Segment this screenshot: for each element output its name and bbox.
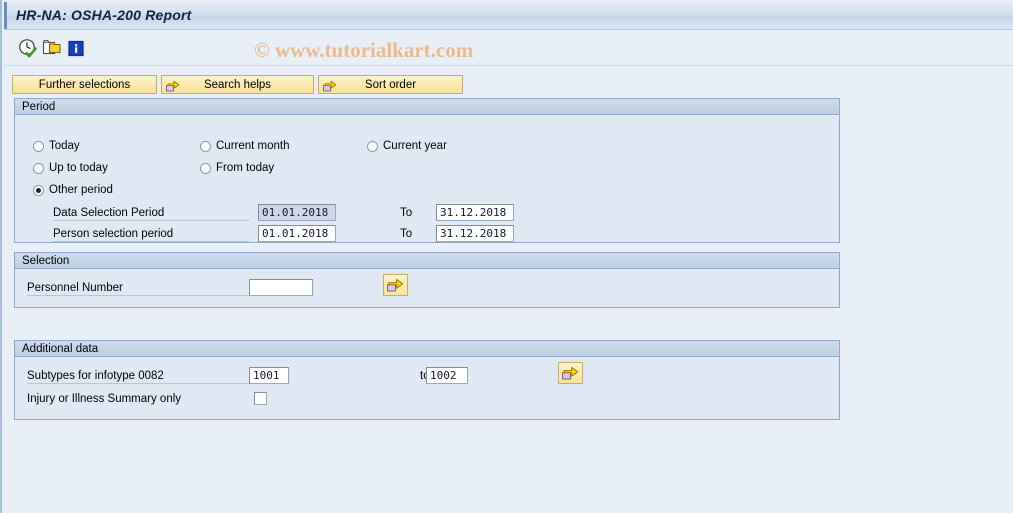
radio-other-period[interactable]: Other period [33, 184, 113, 196]
radio-today-mark [33, 140, 44, 152]
further-selections-button[interactable]: Further selections [12, 75, 157, 94]
radio-current-month-mark [200, 140, 211, 152]
data-selection-period-to-input[interactable]: 31.12.2018 [436, 204, 514, 221]
data-selection-period-to-label: To [400, 207, 413, 219]
radio-other-period-label: Other period [49, 184, 113, 196]
radio-current-month[interactable]: Current month [200, 140, 290, 152]
radio-up-to-today-label: Up to today [49, 162, 108, 174]
data-selection-period-label: Data Selection Period [53, 207, 249, 221]
radio-up-to-today[interactable]: Up to today [33, 162, 108, 174]
period-panel-header: Period [15, 99, 839, 115]
sap-application-window: HR-NA: OSHA-200 Report © www.tutorialkar… [0, 0, 1013, 513]
page-title: HR-NA: OSHA-200 Report [16, 7, 192, 23]
further-selections-label: Further selections [38, 78, 131, 91]
arrow-right-icon [323, 78, 337, 92]
radio-current-month-label: Current month [216, 140, 290, 152]
arrow-right-icon [387, 278, 404, 292]
personnel-number-label: Personnel Number [27, 282, 257, 296]
person-selection-period-label: Person selection period [53, 228, 249, 242]
radio-current-year-mark [367, 140, 378, 152]
radio-today[interactable]: Today [33, 140, 80, 152]
toolbar [4, 31, 1013, 66]
radio-from-today[interactable]: From today [200, 162, 274, 174]
radio-today-label: Today [49, 140, 80, 152]
person-selection-period-to-input[interactable]: 31.12.2018 [436, 225, 514, 242]
sort-order-label: Sort order [364, 78, 417, 91]
radio-current-year-label: Current year [383, 140, 447, 152]
info-icon[interactable] [66, 38, 86, 58]
execute-icon[interactable] [18, 38, 38, 58]
personnel-number-multiple-selection-button[interactable] [383, 274, 408, 296]
person-selection-period-from-input[interactable]: 01.01.2018 [258, 225, 336, 242]
watermark-text: © www.tutorialkart.com [254, 38, 474, 62]
sort-order-button[interactable]: Sort order [318, 75, 463, 94]
subtypes-from-input[interactable]: 1001 [249, 367, 289, 384]
person-selection-period-to-label: To [400, 228, 413, 240]
copy-icon[interactable] [42, 38, 62, 58]
search-helps-button[interactable]: Search helps [161, 75, 314, 94]
selection-panel-header: Selection [15, 253, 839, 269]
data-selection-period-from-input[interactable]: 01.01.2018 [258, 204, 336, 221]
search-helps-label: Search helps [203, 78, 272, 91]
radio-current-year[interactable]: Current year [367, 140, 447, 152]
additional-data-panel: Additional data Subtypes for infotype 00… [14, 340, 840, 420]
radio-up-to-today-mark [33, 162, 44, 174]
subtypes-multiple-selection-button[interactable] [558, 362, 583, 384]
title-bar-accent [4, 2, 7, 29]
injury-illness-summary-label: Injury or Illness Summary only [27, 393, 182, 405]
period-panel: Period Today Up to today Other period Cu… [14, 98, 840, 243]
period-panel-body: Today Up to today Other period Current m… [15, 115, 839, 242]
additional-data-panel-body: Subtypes for infotype 0082 1001 to 1002 … [15, 357, 839, 419]
subtypes-infotype-label: Subtypes for infotype 0082 [27, 370, 255, 384]
radio-from-today-mark [200, 162, 211, 174]
radio-other-period-mark [33, 184, 44, 196]
injury-illness-summary-checkbox[interactable] [254, 392, 267, 405]
arrow-right-icon [166, 78, 180, 92]
arrow-right-icon [562, 366, 579, 380]
selection-panel-body: Personnel Number [15, 269, 839, 307]
personnel-number-input[interactable] [249, 279, 313, 296]
additional-data-panel-header: Additional data [15, 341, 839, 357]
radio-from-today-label: From today [216, 162, 275, 174]
selection-panel: Selection Personnel Number [14, 252, 840, 308]
subtypes-to-input[interactable]: 1002 [426, 367, 468, 384]
title-bar: HR-NA: OSHA-200 Report [4, 2, 1013, 30]
